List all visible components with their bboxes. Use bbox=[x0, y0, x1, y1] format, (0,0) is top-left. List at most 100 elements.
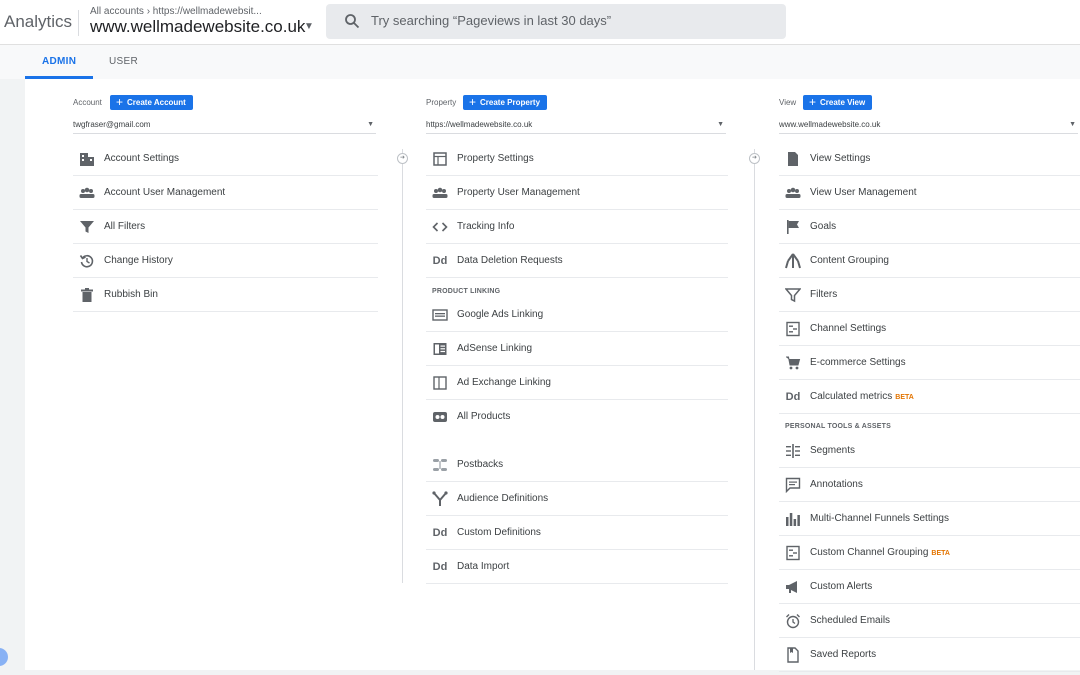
ad-exchange-linking[interactable]: Ad Exchange Linking bbox=[426, 366, 728, 400]
property-settings[interactable]: Property Settings bbox=[426, 142, 728, 176]
view-custom-alerts[interactable]: Custom Alerts bbox=[779, 570, 1080, 604]
caret-down-icon: ▼ bbox=[717, 121, 724, 128]
property-label: Property bbox=[426, 98, 457, 107]
filter-icon bbox=[80, 221, 94, 233]
app-title[interactable]: Analytics bbox=[4, 12, 72, 32]
create-view-label: Create View bbox=[820, 98, 866, 107]
people-icon bbox=[432, 187, 448, 198]
view-segments[interactable]: Segments bbox=[779, 434, 1080, 468]
view-channel-settings[interactable]: Channel Settings bbox=[779, 312, 1080, 346]
view-scheduled-emails[interactable]: Scheduled Emails bbox=[779, 604, 1080, 638]
comment-icon bbox=[785, 477, 801, 493]
item-label: Annotations bbox=[810, 479, 863, 490]
account-selected: twgfraser@gmail.com bbox=[73, 120, 151, 129]
item-label: Audience Definitions bbox=[457, 493, 549, 504]
view-selected: www.wellmadewebsite.co.uk bbox=[779, 120, 881, 129]
property-header: Property + Create Property bbox=[426, 95, 728, 111]
saved-report-icon bbox=[787, 647, 799, 663]
search-input[interactable]: Try searching “Pageviews in last 30 days… bbox=[371, 13, 611, 28]
help-bubble-icon[interactable] bbox=[0, 648, 8, 666]
all-products[interactable]: All Products bbox=[426, 400, 728, 433]
item-label: All Products bbox=[457, 411, 511, 422]
item-label: Data Import bbox=[457, 561, 510, 572]
item-label: Rubbish Bin bbox=[104, 289, 158, 300]
view-goals[interactable]: Goals bbox=[779, 210, 1080, 244]
adsense-linking[interactable]: AdSense Linking bbox=[426, 332, 728, 366]
view-multi-channel-funnels[interactable]: Multi-Channel Funnels Settings bbox=[779, 502, 1080, 536]
item-label: Custom Alerts bbox=[810, 581, 873, 592]
property-data-deletion-requests[interactable]: Dd Data Deletion Requests bbox=[426, 244, 728, 278]
view-custom-channel-grouping[interactable]: Custom Channel Grouping BETA bbox=[779, 536, 1080, 570]
item-label: Property Settings bbox=[457, 153, 534, 164]
channel-icon bbox=[786, 321, 800, 337]
postbacks[interactable]: Postbacks bbox=[426, 448, 728, 482]
custom-channel-grouping-label: Custom Channel Grouping bbox=[810, 547, 929, 558]
settings-page-icon bbox=[433, 152, 447, 166]
audience-definitions[interactable]: Audience Definitions bbox=[426, 482, 728, 516]
item-label: Account User Management bbox=[104, 187, 226, 198]
item-label: All Filters bbox=[104, 221, 146, 232]
view-annotations[interactable]: Annotations bbox=[779, 468, 1080, 502]
view-ecommerce-settings[interactable]: E-commerce Settings bbox=[779, 346, 1080, 380]
view-calculated-metrics[interactable]: Dd Calculated metrics BETA bbox=[779, 380, 1080, 414]
account-user-management[interactable]: Account User Management bbox=[73, 176, 378, 210]
account-change-history[interactable]: Change History bbox=[73, 244, 378, 278]
custom-definitions[interactable]: Dd Custom Definitions bbox=[426, 516, 728, 550]
ads-icon bbox=[432, 309, 448, 321]
megaphone-icon bbox=[786, 581, 797, 593]
building-icon bbox=[80, 153, 94, 166]
people-icon bbox=[785, 187, 801, 198]
segments-icon bbox=[786, 444, 800, 458]
property-tracking-info[interactable]: Tracking Info bbox=[426, 210, 728, 244]
item-label: Scheduled Emails bbox=[810, 615, 891, 626]
people-icon bbox=[79, 187, 95, 198]
arrow-right-icon: ➜ bbox=[749, 153, 760, 164]
account-header: Account + Create Account bbox=[73, 95, 378, 111]
view-selector[interactable]: www.wellmadewebsite.co.uk ▼ bbox=[779, 117, 1078, 134]
view-content-grouping[interactable]: Content Grouping bbox=[779, 244, 1080, 278]
property-selector[interactable]: www.wellmadewebsite.co.uk bbox=[90, 17, 305, 37]
data-import[interactable]: Dd Data Import bbox=[426, 550, 728, 584]
product-linking-heading: PRODUCT LINKING bbox=[432, 288, 501, 295]
account-label: Account bbox=[73, 98, 102, 107]
tab-admin[interactable]: ADMIN bbox=[42, 56, 76, 67]
item-label: View Settings bbox=[810, 153, 871, 164]
item-label: Goals bbox=[810, 221, 837, 232]
calculated-metrics-label: Calculated metrics bbox=[810, 391, 893, 402]
item-label: Account Settings bbox=[104, 153, 180, 164]
top-header: Analytics All accounts › https://wellmad… bbox=[0, 0, 1080, 45]
property-selector-dropdown[interactable]: https://wellmadewebsite.co.uk ▼ bbox=[426, 117, 726, 134]
plus-icon: + bbox=[469, 95, 477, 109]
create-property-button[interactable]: + Create Property bbox=[463, 95, 548, 110]
breadcrumb[interactable]: All accounts › https://wellmadewebsit... bbox=[90, 6, 262, 17]
create-view-button[interactable]: + Create View bbox=[803, 95, 873, 110]
view-settings[interactable]: View Settings bbox=[779, 142, 1080, 176]
item-label: AdSense Linking bbox=[457, 343, 533, 354]
item-label: E-commerce Settings bbox=[810, 357, 906, 368]
item-label: Custom Definitions bbox=[457, 527, 541, 538]
trash-icon bbox=[81, 288, 93, 302]
create-account-label: Create Account bbox=[127, 98, 186, 107]
dd-icon: Dd bbox=[432, 527, 448, 539]
postbacks-icon bbox=[433, 459, 447, 471]
view-filters[interactable]: Filters bbox=[779, 278, 1080, 312]
view-user-management[interactable]: View User Management bbox=[779, 176, 1080, 210]
search-bar[interactable]: Try searching “Pageviews in last 30 days… bbox=[326, 4, 786, 39]
dd-icon: Dd bbox=[785, 391, 801, 403]
caret-down-icon: ▼ bbox=[367, 121, 374, 128]
view-saved-reports[interactable]: Saved Reports bbox=[779, 638, 1080, 672]
column-divider bbox=[402, 149, 403, 583]
property-user-management[interactable]: Property User Management bbox=[426, 176, 728, 210]
cart-icon bbox=[786, 356, 801, 370]
account-settings[interactable]: Account Settings bbox=[73, 142, 378, 176]
history-icon bbox=[79, 254, 94, 268]
account-selector[interactable]: twgfraser@gmail.com ▼ bbox=[73, 117, 376, 134]
account-rubbish-bin[interactable]: Rubbish Bin bbox=[73, 278, 378, 312]
tab-user[interactable]: USER bbox=[109, 56, 138, 67]
item-label: Postbacks bbox=[457, 459, 504, 470]
item-label: Data Deletion Requests bbox=[457, 255, 563, 266]
create-account-button[interactable]: + Create Account bbox=[110, 95, 193, 110]
google-ads-linking[interactable]: Google Ads Linking bbox=[426, 298, 728, 332]
account-all-filters[interactable]: All Filters bbox=[73, 210, 378, 244]
caret-down-icon[interactable]: ▼ bbox=[304, 21, 314, 32]
